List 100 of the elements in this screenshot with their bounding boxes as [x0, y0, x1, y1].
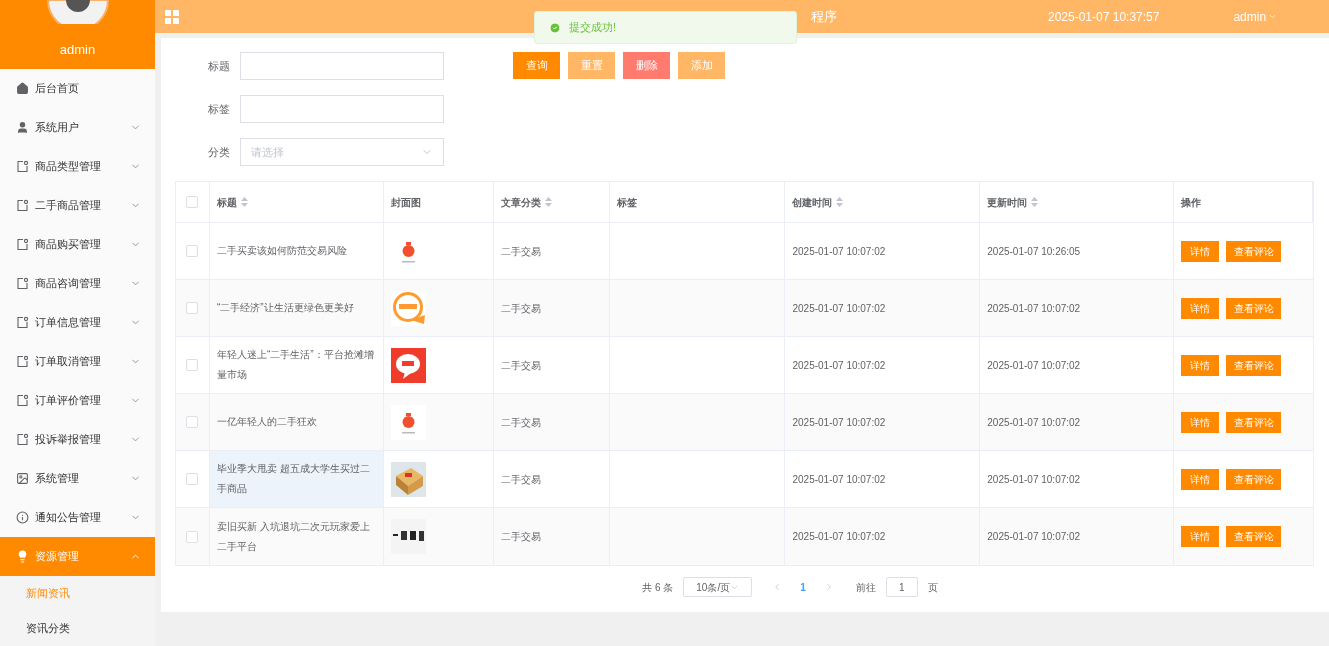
table-cell-text: 二手交易: [500, 301, 541, 316]
menu-item[interactable]: 系统管理: [0, 459, 155, 498]
image-icon: [16, 472, 29, 485]
row-action-button[interactable]: 查看评论: [1226, 411, 1282, 433]
page-size-select[interactable]: 10条/页: [683, 577, 753, 597]
column-header: 标签: [616, 195, 637, 210]
table-cell-text: 2025-01-07 10:26:05: [987, 244, 1081, 259]
table-cell-text: 二手交易: [500, 472, 541, 487]
table-cell-text: 二手交易: [500, 358, 541, 373]
sort-icon[interactable]: [836, 197, 844, 207]
menu-item[interactable]: 后台首页: [0, 69, 155, 108]
column-header[interactable]: 创建时间: [792, 194, 833, 210]
total-count: 共 6 条: [642, 580, 674, 595]
table-cell-text: 2025-01-07 10:07:02: [792, 301, 886, 316]
caret-icon: [1268, 12, 1278, 21]
row-action-button[interactable]: 详情: [1181, 297, 1220, 319]
sort-icon[interactable]: [544, 197, 552, 207]
table-cell-text: 二手交易: [500, 415, 541, 430]
action-button[interactable]: 删除: [623, 52, 670, 79]
column-header[interactable]: 更新时间: [987, 194, 1028, 210]
document-icon: [16, 394, 29, 407]
column-header[interactable]: 文章分类: [500, 194, 541, 210]
row-action-button[interactable]: 查看评论: [1226, 354, 1282, 376]
menu-item[interactable]: 商品类型管理: [0, 147, 155, 186]
table-cell-text: 2025-01-07 10:07:02: [792, 415, 886, 430]
row-action-button[interactable]: 详情: [1181, 526, 1220, 547]
datetime: 2025-01-07 10:37:57: [1048, 8, 1160, 26]
checkbox[interactable]: [186, 245, 199, 257]
document-icon: [16, 160, 29, 173]
column-header: 操作: [1181, 195, 1202, 210]
lightbulb-icon: [16, 550, 29, 563]
sort-icon[interactable]: [240, 197, 248, 207]
row-action-button[interactable]: 查看评论: [1226, 526, 1282, 547]
submenu-item[interactable]: 资讯分类: [0, 611, 155, 646]
table-cell-text: 2025-01-07 10:07:02: [792, 244, 886, 259]
row-action-button[interactable]: 查看评论: [1226, 240, 1282, 262]
info-icon: [16, 511, 29, 524]
menu-item[interactable]: 订单评价管理: [0, 381, 155, 420]
menu-item[interactable]: 投诉举报管理: [0, 420, 155, 459]
action-button[interactable]: 查询: [513, 52, 560, 79]
table-cell-text: 一亿年轻人的二手狂欢: [216, 415, 317, 429]
row-action-button[interactable]: 详情: [1181, 411, 1220, 433]
document-icon: [16, 199, 29, 212]
avatar: [45, 0, 110, 24]
table-cell-text: 卖旧买新 入坑退坑二次元玩家爱上二手平台: [216, 519, 371, 554]
checkbox[interactable]: [186, 530, 199, 543]
menu-item[interactable]: 资源管理: [0, 537, 155, 576]
checkbox[interactable]: [186, 196, 199, 208]
checkbox[interactable]: [186, 416, 199, 428]
action-button[interactable]: 添加: [678, 52, 725, 79]
field-label: 分类: [208, 144, 231, 160]
document-icon: [16, 238, 29, 251]
menu-item[interactable]: 系统用户: [0, 108, 155, 147]
menu-item[interactable]: 订单取消管理: [0, 342, 155, 381]
row-action-button[interactable]: 查看评论: [1226, 468, 1282, 490]
page-input[interactable]: 1: [885, 577, 918, 597]
row-action-button[interactable]: 详情: [1181, 468, 1220, 490]
success-icon: [549, 21, 561, 34]
field-label: 标题: [208, 58, 231, 74]
table-cell-text: 2025-01-07 10:07:02: [987, 301, 1081, 316]
checkbox[interactable]: [186, 302, 199, 314]
menu-item[interactable]: 二手商品管理: [0, 186, 155, 225]
document-icon: [16, 433, 29, 446]
user-name: admin: [59, 41, 96, 59]
table-cell-text: 2025-01-07 10:07:02: [792, 530, 886, 544]
menu-item[interactable]: 商品咨询管理: [0, 264, 155, 303]
sort-icon[interactable]: [1031, 197, 1039, 207]
table-cell-text: “二手经济”让生活更绿色更美好: [216, 301, 354, 315]
home-icon: [16, 82, 29, 95]
page-suffix: 页: [927, 580, 938, 595]
table-cell-text: 2025-01-07 10:07:02: [792, 472, 886, 487]
grid-menu-icon[interactable]: [165, 9, 179, 24]
user-menu[interactable]: admin: [1233, 7, 1278, 26]
checkbox[interactable]: [186, 359, 199, 371]
page-number[interactable]: 1: [792, 579, 814, 595]
menu-item[interactable]: 商品购买管理: [0, 225, 155, 264]
table-cell-text: 2025-01-07 10:07:02: [987, 358, 1081, 373]
column-header[interactable]: 标题: [216, 194, 237, 210]
table-cell-text: 毕业季大甩卖 超五成大学生买过二手商品: [216, 462, 371, 496]
row-action-button[interactable]: 详情: [1181, 240, 1220, 262]
menu-item[interactable]: 通知公告管理: [0, 498, 155, 537]
input-field[interactable]: [240, 95, 444, 123]
toast-message: 提交成功!: [569, 20, 617, 36]
checkbox[interactable]: [186, 473, 199, 485]
submenu-item[interactable]: 新闻资讯: [0, 576, 155, 611]
table-cell-text: 二手买卖该如何防范交易风险: [216, 244, 347, 258]
table-cell-text: 年轻人迷上“二手生活”：平台抢滩增量市场: [216, 348, 375, 382]
table-cell-text: 二手交易: [500, 530, 541, 544]
row-action-button[interactable]: 查看评论: [1226, 297, 1282, 319]
table-cell-text: 2025-01-07 10:07:02: [987, 415, 1081, 430]
column-header: 封面图: [390, 195, 421, 210]
action-button[interactable]: 重置: [568, 52, 615, 79]
table-cell-text: 2025-01-07 10:07:02: [792, 358, 886, 373]
table-cell-text: 二手交易: [500, 244, 541, 259]
row-action-button[interactable]: 详情: [1181, 354, 1220, 376]
user-icon: [16, 121, 29, 134]
table-cell-text: 2025-01-07 10:07:02: [987, 472, 1081, 487]
menu-item[interactable]: 订单信息管理: [0, 303, 155, 342]
field-label: 标签: [208, 101, 231, 117]
input-field[interactable]: [240, 52, 444, 80]
